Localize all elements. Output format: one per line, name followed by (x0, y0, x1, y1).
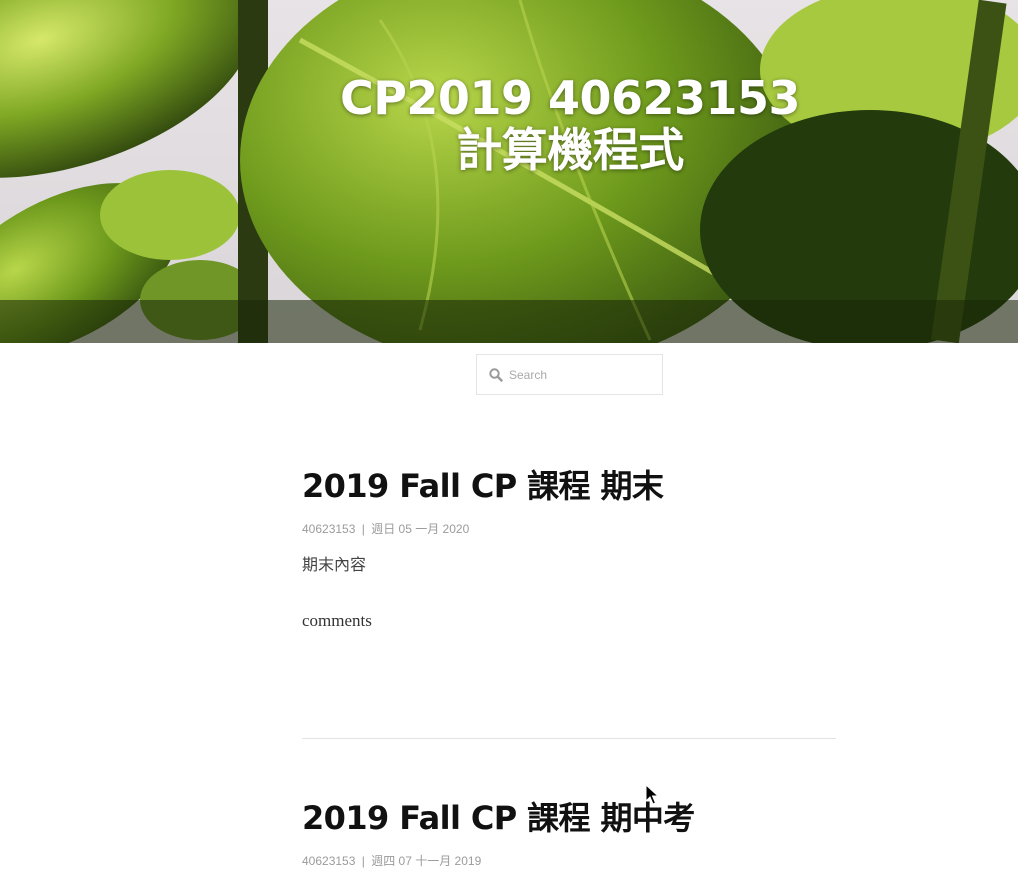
mouse-cursor-icon (645, 784, 659, 805)
post-article: 2019 Fall CP 課程 期中考 40623153 | 週四 07 十一月… (302, 798, 836, 869)
post-title: 2019 Fall CP 課程 期末 (302, 466, 836, 506)
post-title-link[interactable]: 2019 Fall CP 課程 期末 (302, 467, 664, 505)
post-date: 週日 05 一月 2020 (371, 522, 470, 536)
post-author-link[interactable]: 40623153 (302, 522, 355, 536)
post-meta: 40623153 | 週日 05 一月 2020 (302, 520, 836, 537)
post-date: 週四 07 十一月 2019 (371, 854, 482, 868)
post-divider (302, 738, 836, 739)
post-comments: comments (302, 611, 836, 631)
meta-separator: | (361, 522, 365, 536)
post-article: 2019 Fall CP 課程 期末 40623153 | 週日 05 一月 2… (302, 466, 836, 631)
post-author-link[interactable]: 40623153 (302, 854, 355, 868)
comments-link[interactable]: comments (302, 611, 372, 630)
post-excerpt: 期末內容 (302, 555, 367, 574)
post-title-link[interactable]: 2019 Fall CP 課程 期中考 (302, 799, 695, 837)
site-title[interactable]: CP2019 40623153 計算機程式 (310, 72, 830, 176)
search-input[interactable] (509, 361, 657, 389)
post-meta: 40623153 | 週四 07 十一月 2019 (302, 852, 836, 869)
search-icon (489, 368, 503, 382)
meta-separator: | (361, 854, 365, 868)
post-title: 2019 Fall CP 課程 期中考 (302, 798, 836, 838)
search-form (476, 354, 663, 395)
hero-banner: CP2019 40623153 計算機程式 (0, 0, 1018, 343)
